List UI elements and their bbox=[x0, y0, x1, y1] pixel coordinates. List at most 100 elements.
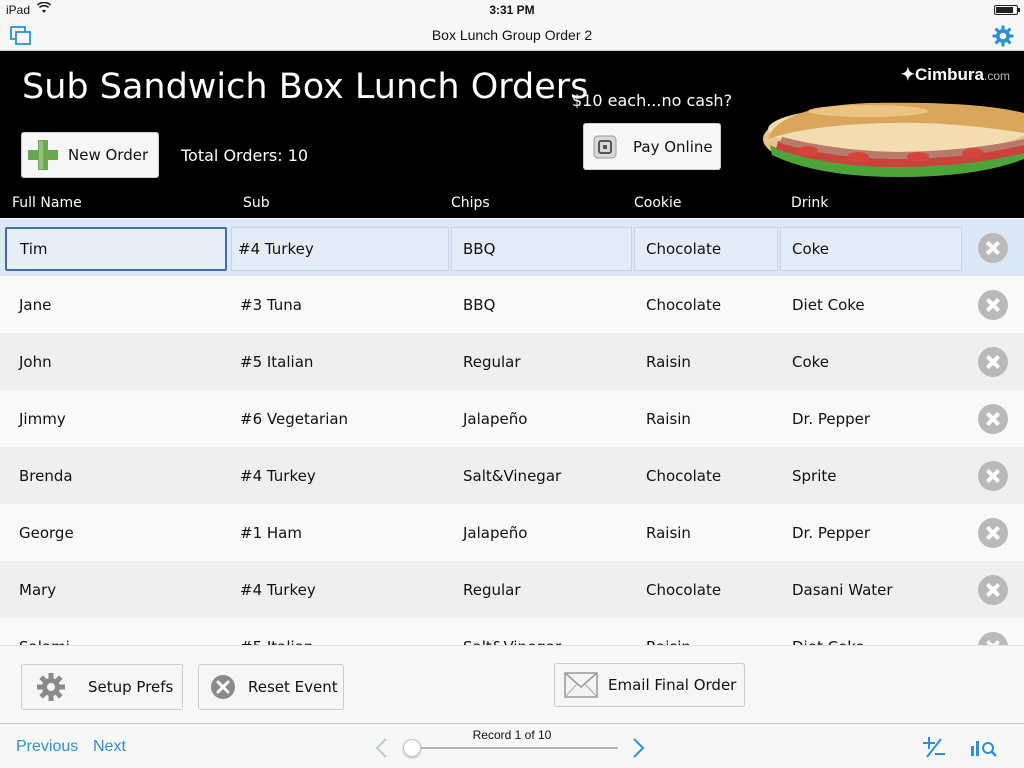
reset-event-label: Reset Event bbox=[248, 678, 338, 696]
full-name-field[interactable]: Jane bbox=[19, 276, 51, 333]
status-bar: iPad 3:31 PM bbox=[0, 0, 1024, 20]
delete-row-icon[interactable] bbox=[978, 233, 1008, 263]
table-row[interactable]: Jane #3 Tuna BBQ Chocolate Diet Coke bbox=[0, 276, 1024, 333]
sub-field[interactable]: #3 Tuna bbox=[240, 276, 302, 333]
plus-icon bbox=[28, 140, 58, 170]
full-name-field[interactable]: Mary bbox=[19, 561, 56, 618]
table-row[interactable]: Brenda #4 Turkey Salt&Vinegar Chocolate … bbox=[0, 447, 1024, 504]
cookie-field[interactable]: Chocolate bbox=[646, 447, 721, 504]
delete-row-icon[interactable] bbox=[978, 404, 1008, 434]
chips-field[interactable]: Salt&Vinegar bbox=[463, 447, 561, 504]
cookie-field[interactable]: Raisin bbox=[646, 333, 691, 390]
new-record-icon[interactable] bbox=[921, 736, 947, 758]
cookie-field[interactable]: Raisin bbox=[646, 618, 691, 646]
chips-field[interactable]: Regular bbox=[463, 333, 521, 390]
brand-name: Cimbura bbox=[915, 65, 984, 84]
brand-suffix: .com bbox=[983, 69, 1010, 83]
record-slider-track[interactable] bbox=[410, 747, 618, 749]
column-header-sub: Sub bbox=[243, 195, 270, 211]
delete-row-icon[interactable] bbox=[978, 518, 1008, 548]
mail-icon bbox=[564, 672, 598, 698]
delete-row-icon[interactable] bbox=[978, 290, 1008, 320]
table-row[interactable]: Jimmy #6 Vegetarian Jalapeño Raisin Dr. … bbox=[0, 390, 1024, 447]
clock: 3:31 PM bbox=[489, 3, 535, 17]
full-name-field[interactable]: George bbox=[19, 504, 74, 561]
table-row[interactable]: Salami #5 Italian Salt&Vinegar Raisin Di… bbox=[0, 618, 1024, 645]
chips-field[interactable]: BBQ bbox=[463, 276, 495, 333]
pay-online-label: Pay Online bbox=[633, 137, 713, 156]
setup-prefs-label: Setup Prefs bbox=[88, 678, 174, 696]
total-orders: Total Orders: 10 bbox=[181, 146, 309, 165]
cookie-field[interactable]: Chocolate bbox=[646, 276, 721, 333]
column-header-chips: Chips bbox=[451, 195, 490, 211]
battery-icon bbox=[994, 5, 1020, 15]
price-note: $10 each...no cash? bbox=[572, 91, 733, 110]
drink-field[interactable]: Diet Coke bbox=[792, 618, 865, 646]
chevron-right-icon[interactable] bbox=[632, 737, 646, 759]
full-name-field[interactable]: Salami bbox=[19, 618, 70, 646]
chips-field[interactable]: Jalapeño bbox=[463, 504, 527, 561]
table-row[interactable]: Mary #4 Turkey Regular Chocolate Dasani … bbox=[0, 561, 1024, 618]
drink-field[interactable]: Dr. Pepper bbox=[792, 504, 870, 561]
page-title: Sub Sandwich Box Lunch Orders bbox=[22, 67, 589, 107]
email-final-order-button[interactable]: Email Final Order bbox=[554, 663, 745, 707]
reset-event-button[interactable]: Reset Event bbox=[198, 664, 344, 710]
drink-field[interactable]: Diet Coke bbox=[792, 276, 865, 333]
drink-field[interactable]: Dasani Water bbox=[792, 561, 893, 618]
cookie-field[interactable]: Chocolate bbox=[634, 227, 778, 271]
column-header-drink: Drink bbox=[791, 195, 829, 211]
star-icon: ✦ bbox=[900, 65, 916, 84]
chips-field[interactable]: BBQ bbox=[451, 227, 632, 271]
gear-icon bbox=[37, 673, 65, 701]
sub-field[interactable]: #4 Turkey bbox=[240, 561, 316, 618]
delete-row-icon[interactable] bbox=[978, 347, 1008, 377]
square-payment-icon bbox=[593, 135, 617, 158]
full-name-field[interactable]: Tim bbox=[5, 227, 227, 271]
window-title: Box Lunch Group Order 2 bbox=[431, 27, 593, 43]
column-header-cookie: Cookie bbox=[634, 195, 682, 211]
drink-field[interactable]: Sprite bbox=[792, 447, 837, 504]
cookie-field[interactable]: Raisin bbox=[646, 504, 691, 561]
settings-gear-icon[interactable] bbox=[992, 25, 1014, 47]
table-row[interactable]: Tim #4 Turkey BBQ Chocolate Coke bbox=[0, 219, 1024, 276]
chips-field[interactable]: Jalapeño bbox=[463, 390, 527, 447]
full-name-field[interactable]: Brenda bbox=[19, 447, 73, 504]
chips-field[interactable]: Salt&Vinegar bbox=[463, 618, 561, 646]
footer-toolbar: Setup Prefs Reset Event Email Final Orde… bbox=[0, 645, 1024, 723]
brand-logo: ✦Cimbura.com bbox=[901, 65, 1010, 85]
sandwich-image bbox=[763, 102, 1024, 177]
column-header-full-name: Full Name bbox=[12, 195, 82, 211]
sub-field[interactable]: #5 Italian bbox=[240, 333, 313, 390]
orders-list: Tim #4 Turkey BBQ Chocolate Coke Jane #3… bbox=[0, 219, 1024, 645]
drink-field[interactable]: Dr. Pepper bbox=[792, 390, 870, 447]
setup-prefs-button[interactable]: Setup Prefs bbox=[21, 664, 183, 710]
sub-field[interactable]: #4 Turkey bbox=[231, 227, 449, 271]
cookie-field[interactable]: Raisin bbox=[646, 390, 691, 447]
delete-row-icon[interactable] bbox=[978, 461, 1008, 491]
sub-field[interactable]: #4 Turkey bbox=[240, 447, 316, 504]
title-bar: Box Lunch Group Order 2 bbox=[0, 20, 1024, 51]
pay-online-button[interactable]: Pay Online bbox=[583, 123, 721, 170]
delete-row-icon[interactable] bbox=[978, 575, 1008, 605]
table-row[interactable]: John #5 Italian Regular Raisin Coke bbox=[0, 333, 1024, 390]
table-header: Full Name Sub Chips Cookie Drink bbox=[0, 191, 1024, 218]
new-order-button[interactable]: New Order bbox=[21, 132, 159, 178]
full-name-field[interactable]: Jimmy bbox=[19, 390, 66, 447]
record-counter: Record 1 of 10 bbox=[472, 728, 552, 742]
chips-field[interactable]: Regular bbox=[463, 561, 521, 618]
find-icon[interactable] bbox=[970, 736, 998, 758]
record-navigation: Previous Next Record 1 of 10 bbox=[0, 723, 1024, 768]
new-order-label: New Order bbox=[68, 146, 149, 164]
table-row[interactable]: George #1 Ham Jalapeño Raisin Dr. Pepper bbox=[0, 504, 1024, 561]
drink-field[interactable]: Coke bbox=[780, 227, 962, 271]
delete-row-icon[interactable] bbox=[978, 632, 1008, 645]
record-slider-thumb[interactable] bbox=[403, 739, 421, 757]
full-name-field[interactable]: John bbox=[19, 333, 52, 390]
cookie-field[interactable]: Chocolate bbox=[646, 561, 721, 618]
sub-field[interactable]: #6 Vegetarian bbox=[240, 390, 348, 447]
close-circle-icon bbox=[211, 675, 235, 699]
sub-field[interactable]: #1 Ham bbox=[240, 504, 302, 561]
drink-field[interactable]: Coke bbox=[792, 333, 829, 390]
email-final-order-label: Email Final Order bbox=[608, 676, 737, 694]
sub-field[interactable]: #5 Italian bbox=[240, 618, 313, 646]
